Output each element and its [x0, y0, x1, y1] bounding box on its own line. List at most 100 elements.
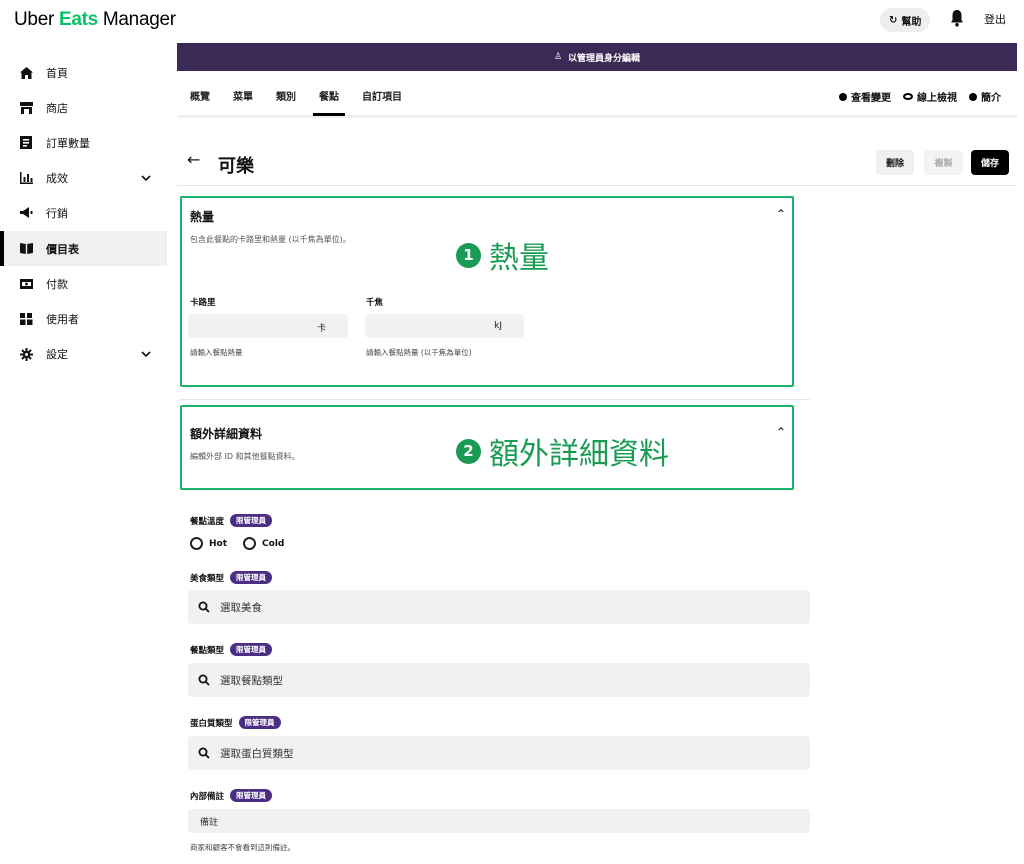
clock-icon: [839, 92, 847, 101]
view-changes-label: 查看變更: [851, 93, 891, 104]
tab-categories[interactable]: 類別: [276, 88, 296, 103]
logo-eats: Eats: [58, 9, 98, 30]
extra-callout: 2 額外詳細資料: [456, 429, 669, 473]
admin-only-badge: 限管理員: [238, 716, 281, 729]
extra-callout-label: 額外詳細資料: [489, 437, 669, 472]
sidebar-item-settings[interactable]: 設定: [0, 337, 167, 372]
sidebar-item-orders[interactable]: 訂單數量: [0, 125, 167, 160]
calories-unit: 卡: [316, 324, 326, 334]
cold-label: Cold: [262, 538, 285, 549]
energy-section-title: 熱量: [190, 210, 215, 224]
calories-hint: 請輸入餐點熱量: [190, 348, 243, 357]
help-button[interactable]: ↻ 幫助: [880, 8, 931, 32]
book-icon: [18, 243, 34, 255]
delete-button[interactable]: 刪除: [876, 150, 914, 175]
info-icon: [969, 92, 977, 101]
sidebar-item-marketing[interactable]: 行銷: [0, 196, 167, 231]
sidebar: 首頁 商店 訂單數量 成效 行銷 價目表 付款 使用者 設定: [0, 55, 167, 372]
intro-link[interactable]: 簡介: [969, 89, 1001, 104]
cuisine-label: 美食類型: [190, 573, 225, 584]
tab-overview[interactable]: 概覽: [190, 88, 210, 103]
page-header: ← 可樂 刪除 複製 儲存: [177, 136, 1017, 186]
sidebar-item-store[interactable]: 商店: [0, 90, 167, 125]
home-icon: [18, 66, 34, 79]
notes-placeholder: 備註: [200, 818, 219, 828]
logo-manager: Manager: [97, 9, 176, 30]
sidebar-item-payments[interactable]: 付款: [0, 266, 167, 301]
view-changes-link[interactable]: 查看變更: [839, 89, 891, 104]
admin-only-badge: 限管理員: [230, 514, 273, 527]
temperature-label: 餐點溫度: [190, 516, 225, 527]
preview-link[interactable]: 線上檢視: [903, 89, 957, 104]
protein-select[interactable]: 選取蛋白質類型: [188, 736, 810, 770]
sidebar-item-label: 付款: [46, 277, 68, 291]
dish-type-placeholder: 選取餐點類型: [220, 674, 283, 687]
notes-hint: 商家和顧客不會看到這則備註。: [190, 843, 295, 852]
collapse-extra-icon[interactable]: ⌃: [776, 425, 786, 439]
collapse-energy-icon[interactable]: ⌃: [776, 207, 786, 221]
notes-label-row: 內部備註 限管理員: [190, 789, 273, 802]
kilojoules-label: 千焦: [366, 298, 384, 308]
tab-items[interactable]: 餐點: [313, 88, 345, 116]
calories-input[interactable]: 卡: [188, 314, 348, 338]
cuisine-select[interactable]: 選取美食: [188, 590, 810, 624]
app-logo[interactable]: Uber Eats Manager: [14, 9, 176, 31]
energy-section-desc: 包含此餐點的卡路里和熱量 (以千焦為單位)。: [190, 235, 351, 244]
chevron-down-icon[interactable]: [141, 349, 151, 359]
section-divider: [180, 399, 810, 400]
sidebar-item-label: 成效: [46, 172, 68, 186]
chevron-down-icon[interactable]: [141, 173, 151, 183]
page-title: 可樂: [218, 156, 254, 177]
kilojoules-unit: kJ: [494, 321, 502, 331]
cuisine-label-row: 美食類型 限管理員: [190, 571, 273, 584]
bar-chart-icon: [18, 172, 34, 185]
bell-icon[interactable]: [949, 8, 965, 28]
cold-radio[interactable]: [243, 537, 257, 550]
copy-button[interactable]: 複製: [924, 150, 963, 175]
kilojoules-hint: 請輸入餐點熱量 (以千焦為單位): [366, 348, 472, 357]
extra-section-title: 額外詳細資料: [190, 427, 263, 441]
top-bar: Uber Eats Manager ↻ 幫助 登出: [0, 0, 1024, 42]
search-icon: [198, 674, 210, 686]
sidebar-item-label: 設定: [46, 348, 68, 362]
calories-label: 卡路里: [190, 298, 216, 308]
sidebar-item-label: 使用者: [46, 312, 79, 326]
search-icon: [198, 747, 210, 759]
sidebar-item-home[interactable]: 首頁: [0, 55, 167, 90]
sidebar-item-label: 商店: [46, 101, 68, 115]
tab-modifiers[interactable]: 自訂項目: [362, 88, 402, 103]
extra-section-desc: 編輯外部 ID 和其他餐點資料。: [190, 452, 300, 461]
admin-only-badge: 限管理員: [230, 571, 273, 584]
sidebar-item-label: 行銷: [46, 207, 68, 221]
help-icon: ↻: [889, 14, 898, 26]
temperature-label-row: 餐點溫度 限管理員: [190, 514, 273, 527]
tab-menus[interactable]: 菜單: [233, 88, 253, 103]
logout-link[interactable]: 登出: [984, 11, 1006, 27]
hot-label: Hot: [209, 538, 228, 549]
hot-radio[interactable]: [190, 537, 203, 550]
sidebar-item-users[interactable]: 使用者: [0, 301, 167, 336]
kilojoules-input[interactable]: kJ: [365, 314, 524, 338]
save-button[interactable]: 儲存: [971, 150, 1009, 175]
notes-input[interactable]: 備註: [188, 809, 810, 833]
sidebar-item-menus[interactable]: 價目表: [0, 230, 167, 267]
protein-label: 蛋白質類型: [190, 718, 233, 729]
gear-icon: [18, 347, 34, 361]
callout-number: 2: [456, 438, 481, 464]
protein-placeholder: 選取蛋白質類型: [220, 747, 294, 760]
back-arrow-icon[interactable]: ←: [187, 150, 200, 169]
energy-callout-label: 熱量: [489, 241, 549, 276]
dish-type-label-row: 餐點類型 限管理員: [190, 643, 273, 656]
intro-label: 簡介: [981, 93, 1001, 104]
sidebar-item-performance[interactable]: 成效: [0, 161, 167, 196]
sidebar-item-label: 訂單數量: [46, 136, 90, 150]
admin-user-icon: ♙: [553, 52, 563, 62]
protein-label-row: 蛋白質類型 限管理員: [190, 716, 281, 729]
preview-label: 線上檢視: [917, 93, 957, 104]
megaphone-icon: [18, 207, 34, 219]
dish-type-select[interactable]: 選取餐點類型: [188, 663, 810, 697]
store-icon: [18, 101, 34, 114]
receipt-icon: [18, 136, 34, 150]
menu-tabs: 概覽 菜單 類別 餐點 自訂項目 查看變更 線上檢視 簡介: [177, 72, 1017, 118]
eye-icon: [903, 93, 913, 100]
